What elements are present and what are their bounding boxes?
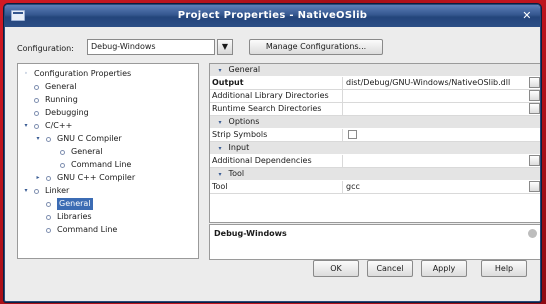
description-title: Debug-Windows (214, 229, 287, 238)
collapse-icon[interactable]: ▾ (214, 143, 226, 155)
collapse-icon[interactable]: ▾ (214, 169, 226, 181)
expand-icon[interactable]: ▸ (34, 172, 42, 184)
node-icon (60, 149, 65, 155)
manage-configurations-button[interactable]: Manage Configurations... (249, 39, 383, 55)
node-icon (46, 136, 51, 142)
cancel-button[interactable]: Cancel (367, 260, 413, 277)
node-icon (46, 214, 51, 220)
tool-field[interactable]: gcc (346, 181, 531, 193)
category-label: Tool (228, 169, 245, 178)
project-properties-dialog: Project Properties - NativeOSlib ✕ Confi… (4, 4, 541, 302)
categories-tree: ◦ Configuration Properties General Runni… (17, 63, 199, 259)
additional-dependencies-field[interactable] (346, 155, 531, 167)
output-field[interactable]: dist/Debug/GNU-Windows/NativeOSlib.dll (346, 77, 531, 89)
help-button[interactable]: Help (481, 260, 527, 277)
edit-button[interactable] (529, 103, 540, 114)
property-sheet: ▾ General Output dist/Debug/GNU-Windows/… (209, 63, 540, 223)
node-icon (46, 201, 51, 207)
property-name: Output (212, 77, 343, 89)
tree-item-label: General (45, 82, 77, 91)
tree-item-linker[interactable]: ▾ Linker (22, 185, 69, 197)
tree-item-label: General (71, 147, 103, 156)
tree-item-c-general[interactable]: General (48, 146, 103, 158)
property-name: Tool (212, 181, 343, 193)
runtime-search-directories-field[interactable] (346, 103, 531, 115)
ok-button[interactable]: OK (313, 260, 359, 277)
tree-item-label: GNU C++ Compiler (57, 173, 136, 182)
chevron-down-icon[interactable]: ▼ (217, 39, 233, 55)
tree-item-linker-command-line[interactable]: Command Line (34, 224, 117, 236)
title-bar[interactable]: Project Properties - NativeOSlib ✕ (5, 5, 540, 27)
node-icon (34, 110, 39, 116)
configuration-row: Configuration: Debug-Windows ▼ Manage Co… (17, 39, 397, 57)
node-icon (34, 188, 39, 194)
property-row-additional-library-directories[interactable]: Additional Library Directories (210, 90, 540, 103)
description-panel: Debug-Windows (209, 224, 540, 260)
tree-item-label: C/C++ (45, 121, 73, 130)
tree-item-gnu-c-compiler[interactable]: ▾ GNU C Compiler (34, 133, 122, 145)
collapse-icon[interactable]: ▾ (22, 185, 30, 197)
edit-button[interactable] (529, 181, 540, 192)
category-input[interactable]: ▾ Input (210, 142, 540, 155)
configuration-label: Configuration: (17, 43, 74, 53)
edit-button[interactable] (529, 155, 540, 166)
collapse-icon[interactable]: ◦ (22, 68, 30, 80)
node-icon (46, 175, 51, 181)
property-row-runtime-search-directories[interactable]: Runtime Search Directories (210, 103, 540, 116)
tree-item-debugging[interactable]: Debugging (22, 107, 89, 119)
collapse-icon[interactable]: ▾ (22, 120, 30, 132)
property-row-output[interactable]: Output dist/Debug/GNU-Windows/NativeOSli… (210, 77, 540, 90)
window-title: Project Properties - NativeOSlib (177, 10, 368, 21)
tree-item-label: Command Line (57, 225, 118, 234)
category-label: Options (228, 117, 260, 126)
tree-item-linker-general[interactable]: General (34, 198, 93, 210)
collapse-icon[interactable]: ▾ (214, 117, 226, 129)
node-icon (34, 123, 39, 129)
property-name: Additional Library Directories (212, 90, 343, 102)
category-general[interactable]: ▾ General (210, 64, 540, 77)
category-tool[interactable]: ▾ Tool (210, 168, 540, 181)
close-icon[interactable]: ✕ (519, 8, 535, 24)
property-row-strip-symbols[interactable]: Strip Symbols (210, 129, 540, 142)
tree-item-running[interactable]: Running (22, 94, 78, 106)
node-icon (34, 84, 39, 90)
apply-button[interactable]: Apply (421, 260, 467, 277)
category-options[interactable]: ▾ Options (210, 116, 540, 129)
edit-button[interactable] (529, 77, 540, 88)
tree-item-c-cpp[interactable]: ▾ C/C++ (22, 120, 72, 132)
node-icon (60, 162, 65, 168)
tree-item-label: General (57, 198, 93, 210)
tree-item-label: Command Line (71, 160, 132, 169)
tree-item-label: Running (45, 95, 78, 104)
property-name: Runtime Search Directories (212, 103, 343, 115)
category-label: General (228, 65, 261, 74)
collapse-icon[interactable]: ▾ (214, 65, 226, 77)
tree-item-label: Linker (45, 186, 70, 195)
configuration-select[interactable]: Debug-Windows (87, 39, 215, 55)
tree-item-label: Debugging (45, 108, 89, 117)
node-icon (34, 97, 39, 103)
tree-item-label: Configuration Properties (34, 69, 132, 78)
info-icon (528, 229, 537, 238)
node-icon (46, 227, 51, 233)
library-directories-field[interactable] (346, 90, 531, 102)
category-label: Input (228, 143, 250, 152)
strip-symbols-checkbox[interactable] (348, 130, 357, 139)
tree-item-c-command-line[interactable]: Command Line (48, 159, 131, 171)
collapse-icon[interactable]: ▾ (34, 133, 42, 145)
property-row-additional-dependencies[interactable]: Additional Dependencies (210, 155, 540, 168)
tree-item-label: Libraries (57, 212, 92, 221)
property-row-tool[interactable]: Tool gcc (210, 181, 540, 194)
edit-button[interactable] (529, 90, 540, 101)
tree-item-general[interactable]: General (22, 81, 77, 93)
tree-item-gnu-cpp-compiler[interactable]: ▸ GNU C++ Compiler (34, 172, 135, 184)
tree-item-label: GNU C Compiler (57, 134, 122, 143)
property-name: Additional Dependencies (212, 155, 343, 167)
tree-item-configuration-properties[interactable]: ◦ Configuration Properties (22, 68, 131, 80)
property-name: Strip Symbols (212, 129, 343, 141)
window-menu-icon[interactable] (11, 10, 25, 21)
tree-item-libraries[interactable]: Libraries (34, 211, 92, 223)
